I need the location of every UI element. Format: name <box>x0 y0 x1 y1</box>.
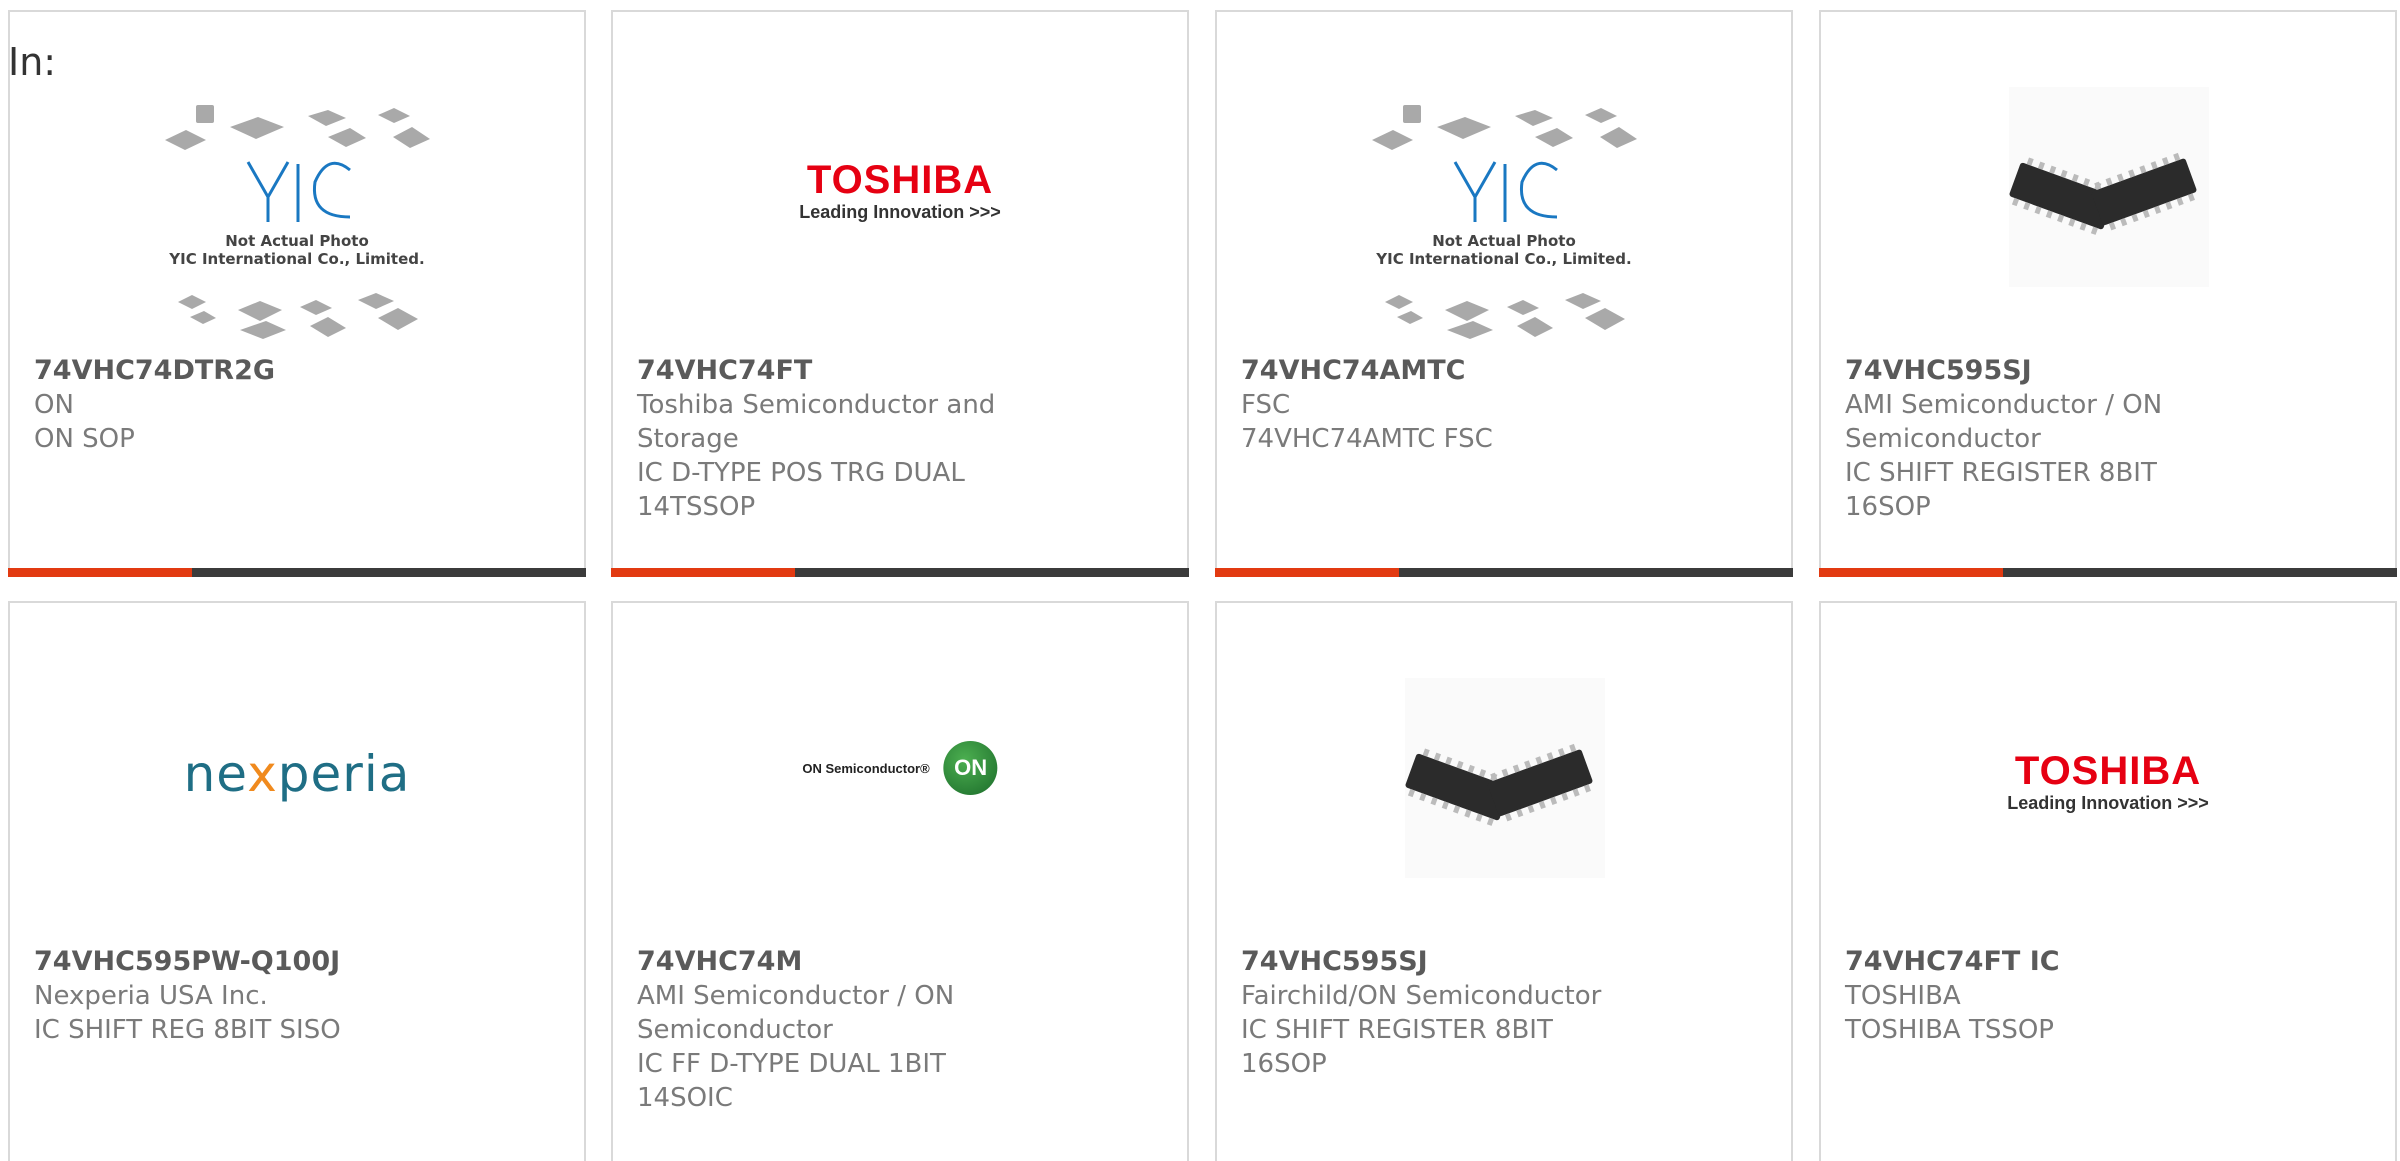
product-info: 74VHC595SJ AMI Semiconductor / ON Semico… <box>1845 354 2225 524</box>
product-image[interactable]: Not Actual Photo YIC International Co., … <box>10 12 584 352</box>
yic-placeholder-icon <box>1372 105 1637 339</box>
toshiba-logo-tagline: Leading Innovation >>> <box>799 202 1001 222</box>
card-bottom-bar <box>1819 568 2397 577</box>
part-number[interactable]: 74VHC74AMTC <box>1241 354 1621 388</box>
yic-caption-line1: Not Actual Photo <box>225 232 369 250</box>
part-number[interactable]: 74VHC595SJ <box>1845 354 2225 388</box>
product-image[interactable]: nexperia <box>10 603 584 943</box>
product-info: 74VHC74FT Toshiba Semiconductor and Stor… <box>637 354 1017 524</box>
yic-placeholder-icon <box>165 105 430 339</box>
product-card[interactable]: 74VHC595SJ AMI Semiconductor / ON Semico… <box>1819 10 2397 577</box>
nexperia-logo: nexperia <box>184 745 411 803</box>
description: ON SOP <box>34 424 135 454</box>
description: IC SHIFT REGISTER 8BIT 16SOP <box>1241 1015 1553 1079</box>
product-card[interactable]: ON Semiconductor® ON 74VHC74M AMI Semico… <box>611 601 1189 1161</box>
card-bar-accent <box>1215 568 1399 577</box>
card-bar-accent <box>1819 568 2003 577</box>
yic-caption-line1: Not Actual Photo <box>1432 232 1576 250</box>
yic-caption: Not Actual Photo YIC International Co., … <box>1376 232 1631 268</box>
nexperia-logo-x: x <box>247 745 278 803</box>
product-card[interactable]: Not Actual Photo YIC International Co., … <box>8 10 586 577</box>
yic-caption-line2: YIC International Co., Limited. <box>169 250 425 268</box>
manufacturer: Toshiba Semiconductor and Storage <box>637 390 996 454</box>
manufacturer: ON <box>34 390 74 420</box>
soic-chip-icon <box>2009 87 2209 287</box>
description: TOSHIBA TSSOP <box>1845 1015 2054 1045</box>
yic-caption-line2: YIC International Co., Limited. <box>1376 250 1632 268</box>
on-semiconductor-logo: ON Semiconductor® ON <box>802 741 998 795</box>
product-card[interactable]: TOSHIBA Leading Innovation >>> 74VHC74FT… <box>1819 601 2397 1161</box>
description: 74VHC74AMTC FSC <box>1241 424 1493 454</box>
toshiba-logo-tagline: Leading Innovation >>> <box>2007 793 2209 813</box>
toshiba-logo-brand: TOSHIBA <box>806 158 994 202</box>
product-info: 74VHC74M AMI Semiconductor / ON Semicond… <box>637 945 1017 1115</box>
part-number[interactable]: 74VHC74FT <box>637 354 1017 388</box>
nexperia-logo-part1: ne <box>183 745 248 803</box>
on-circle-icon: ON <box>943 741 998 795</box>
product-image[interactable]: Not Actual Photo YIC International Co., … <box>1217 12 1791 352</box>
search-prefix-label: In: <box>8 40 57 84</box>
card-bar-accent <box>611 568 795 577</box>
part-number[interactable]: 74VHC74FT IC <box>1845 945 2225 979</box>
product-info: 74VHC74DTR2G ON ON SOP <box>34 354 414 456</box>
nexperia-logo-part2: peria <box>277 745 411 803</box>
part-number[interactable]: 74VHC595SJ <box>1241 945 1621 979</box>
product-image[interactable] <box>1821 12 2395 352</box>
manufacturer: AMI Semiconductor / ON Semiconductor <box>637 981 955 1045</box>
on-semiconductor-wordmark: ON Semiconductor® <box>802 760 930 776</box>
product-info: 74VHC74AMTC FSC 74VHC74AMTC FSC <box>1241 354 1621 456</box>
product-card[interactable]: 74VHC595SJ Fairchild/ON Semiconductor IC… <box>1215 601 1793 1161</box>
manufacturer: FSC <box>1241 390 1291 420</box>
part-number[interactable]: 74VHC74DTR2G <box>34 354 414 388</box>
manufacturer: TOSHIBA <box>1845 981 1961 1011</box>
product-info: 74VHC595PW-Q100J Nexperia USA Inc. IC SH… <box>34 945 414 1047</box>
product-results-page: In: Not Actual Photo YIC International C… <box>0 0 2400 1161</box>
product-info: 74VHC595SJ Fairchild/ON Semiconductor IC… <box>1241 945 1621 1081</box>
product-image[interactable] <box>1217 603 1791 943</box>
card-bottom-bar <box>1215 568 1793 577</box>
description: IC FF D-TYPE DUAL 1BIT 14SOIC <box>637 1049 946 1113</box>
description: IC SHIFT REG 8BIT SISO <box>34 1015 341 1045</box>
toshiba-logo: TOSHIBA Leading Innovation >>> <box>2007 751 2209 815</box>
manufacturer: Fairchild/ON Semiconductor <box>1241 981 1602 1011</box>
product-card[interactable]: nexperia 74VHC595PW-Q100J Nexperia USA I… <box>8 601 586 1161</box>
product-image[interactable]: TOSHIBA Leading Innovation >>> <box>1821 603 2395 943</box>
card-bottom-bar <box>611 568 1189 577</box>
yic-caption: Not Actual Photo YIC International Co., … <box>169 232 424 268</box>
toshiba-logo: TOSHIBA Leading Innovation >>> <box>799 160 1001 224</box>
description: IC D-TYPE POS TRG DUAL 14TSSOP <box>637 458 965 522</box>
card-bar-accent <box>8 568 192 577</box>
product-card[interactable]: Not Actual Photo YIC International Co., … <box>1215 10 1793 577</box>
card-bottom-bar <box>8 568 586 577</box>
description: IC SHIFT REGISTER 8BIT 16SOP <box>1845 458 2157 522</box>
part-number[interactable]: 74VHC595PW-Q100J <box>34 945 414 979</box>
soic-chip-icon <box>1405 678 1605 878</box>
product-image[interactable]: ON Semiconductor® ON <box>613 603 1187 943</box>
manufacturer: Nexperia USA Inc. <box>34 981 268 1011</box>
manufacturer: AMI Semiconductor / ON Semiconductor <box>1845 390 2163 454</box>
product-image[interactable]: TOSHIBA Leading Innovation >>> <box>613 12 1187 352</box>
product-info: 74VHC74FT IC TOSHIBA TOSHIBA TSSOP <box>1845 945 2225 1047</box>
toshiba-logo-brand: TOSHIBA <box>2014 749 2202 793</box>
part-number[interactable]: 74VHC74M <box>637 945 1017 979</box>
product-card[interactable]: TOSHIBA Leading Innovation >>> 74VHC74FT… <box>611 10 1189 577</box>
